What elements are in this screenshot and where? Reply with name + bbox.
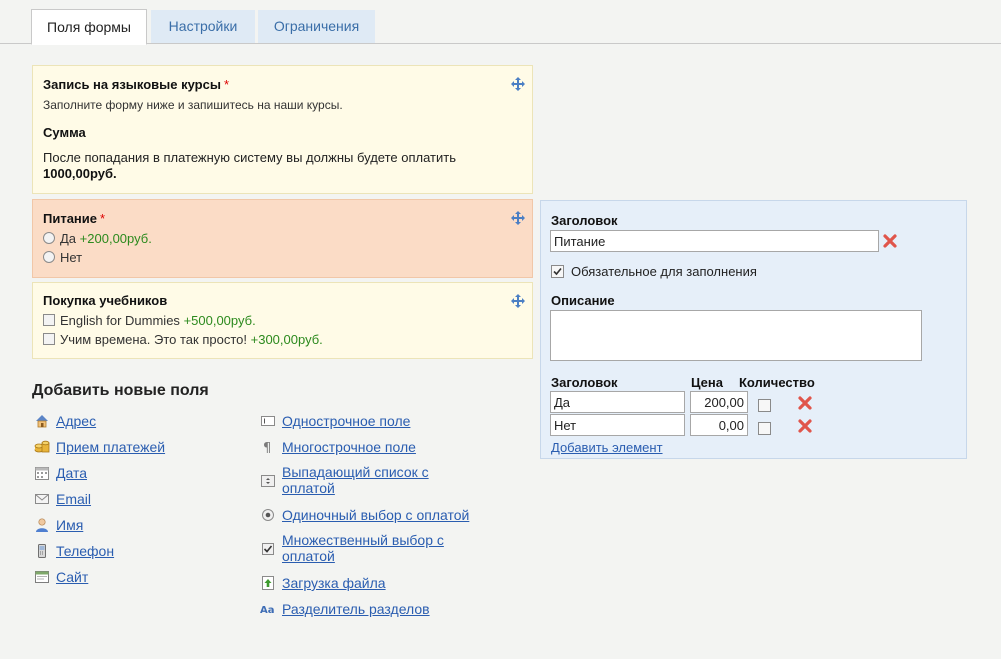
add-dropdown-link[interactable]: Выпадающий список с оплатой bbox=[260, 464, 470, 498]
option-price: +500,00руб. bbox=[183, 313, 256, 328]
item-price-input[interactable] bbox=[690, 414, 748, 436]
add-file-upload-link[interactable]: Загрузка файла bbox=[260, 574, 386, 592]
radio-button[interactable] bbox=[43, 232, 55, 244]
editor-title-input[interactable] bbox=[550, 230, 879, 252]
tab-settings[interactable]: Настройки bbox=[151, 10, 255, 43]
sum-label: Сумма bbox=[43, 125, 86, 140]
option-radio[interactable]: Нет bbox=[43, 249, 82, 267]
item-title-input[interactable] bbox=[550, 414, 685, 436]
move-handle-icon[interactable] bbox=[511, 77, 525, 91]
browser-icon bbox=[34, 569, 50, 585]
svg-text:Aa: Aa bbox=[260, 605, 275, 616]
delete-icon[interactable] bbox=[797, 395, 813, 411]
add-fields-title: Добавить новые поля bbox=[32, 382, 209, 399]
column-title-header: Заголовок bbox=[551, 375, 618, 390]
add-single-choice-link[interactable]: Одиночный выбор с оплатой bbox=[260, 506, 469, 524]
editor-description-label: Описание bbox=[551, 293, 615, 308]
option-radio[interactable]: Да +200,00руб. bbox=[43, 230, 152, 248]
add-multi-choice-link[interactable]: Множественный выбор с оплатой bbox=[260, 532, 470, 566]
checkbox[interactable] bbox=[43, 314, 55, 326]
move-handle-icon[interactable] bbox=[511, 294, 525, 308]
move-handle-icon[interactable] bbox=[511, 211, 525, 225]
item-quantity-checkbox[interactable] bbox=[758, 422, 771, 435]
add-name-link[interactable]: Имя bbox=[34, 516, 83, 534]
add-phone-link[interactable]: Телефон bbox=[34, 542, 114, 560]
section-divider-icon: Aa bbox=[260, 601, 276, 617]
item-title-input[interactable] bbox=[550, 391, 685, 413]
add-multi-line-link[interactable]: ¶ Многострочное поле bbox=[260, 438, 416, 456]
field-title: Покупка учебников bbox=[43, 293, 168, 308]
tab-form-fields[interactable]: Поля формы bbox=[31, 9, 147, 45]
field-block-food[interactable]: Питание * Да +200,00руб. Нет bbox=[32, 199, 533, 278]
field-title: Питание * bbox=[43, 211, 106, 226]
dropdown-icon bbox=[260, 473, 276, 489]
coins-icon bbox=[34, 439, 50, 455]
payment-text: После попадания в платежную систему вы д… bbox=[43, 150, 456, 165]
field-block-textbooks[interactable]: Покупка учебников English for Dummies +5… bbox=[32, 282, 533, 359]
radio-icon bbox=[260, 507, 276, 523]
form-description: Заполните форму ниже и запишитесь на наш… bbox=[43, 98, 343, 112]
column-price-header: Цена bbox=[691, 375, 723, 390]
tab-bar: Поля формы Настройки Ограничения bbox=[0, 0, 1001, 45]
add-payments-link[interactable]: Прием платежей bbox=[34, 438, 165, 456]
checkbox-icon bbox=[260, 541, 276, 557]
item-price-input[interactable] bbox=[690, 391, 748, 413]
text-field-icon bbox=[260, 413, 276, 429]
item-quantity-checkbox[interactable] bbox=[758, 399, 771, 412]
svg-text:¶: ¶ bbox=[263, 441, 271, 455]
add-address-link[interactable]: Адрес bbox=[34, 412, 96, 430]
editor-description-textarea[interactable] bbox=[550, 310, 922, 361]
add-item-link[interactable]: Добавить элемент bbox=[551, 440, 663, 455]
add-website-link[interactable]: Сайт bbox=[34, 568, 88, 586]
field-editor-panel: Заголовок Обязательное для заполнения Оп… bbox=[540, 200, 967, 459]
calendar-icon bbox=[34, 465, 50, 481]
required-checkbox[interactable] bbox=[551, 265, 564, 278]
envelope-icon bbox=[34, 491, 50, 507]
required-label: Обязательное для заполнения bbox=[571, 264, 757, 279]
option-checkbox[interactable]: English for Dummies +500,00руб. bbox=[43, 312, 256, 330]
add-date-link[interactable]: Дата bbox=[34, 464, 87, 482]
option-price: +200,00руб. bbox=[79, 231, 152, 246]
checkbox[interactable] bbox=[43, 333, 55, 345]
editor-title-label: Заголовок bbox=[551, 213, 618, 228]
user-icon bbox=[34, 517, 50, 533]
add-email-link[interactable]: Email bbox=[34, 490, 91, 508]
add-section-divider-link[interactable]: Aa Разделитель разделов bbox=[260, 600, 430, 618]
house-icon bbox=[34, 413, 50, 429]
delete-icon[interactable] bbox=[882, 233, 898, 249]
radio-button[interactable] bbox=[43, 251, 55, 263]
phone-icon bbox=[34, 543, 50, 559]
column-quantity-header: Количество bbox=[739, 375, 815, 390]
tab-restrictions[interactable]: Ограничения bbox=[258, 10, 375, 43]
delete-icon[interactable] bbox=[797, 418, 813, 434]
add-single-line-link[interactable]: Однострочное поле bbox=[260, 412, 410, 430]
upload-icon bbox=[260, 575, 276, 591]
option-price: +300,00руб. bbox=[250, 332, 323, 347]
form-header-block[interactable]: Запись на языковые курсы * Заполните форм… bbox=[32, 65, 533, 194]
paragraph-icon: ¶ bbox=[260, 439, 276, 455]
required-mark: * bbox=[223, 77, 230, 92]
option-checkbox[interactable]: Учим времена. Это так просто! +300,00руб… bbox=[43, 331, 323, 349]
form-title: Запись на языковые курсы * bbox=[43, 77, 230, 92]
payment-amount: 1000,00руб. bbox=[43, 166, 117, 181]
required-mark: * bbox=[100, 211, 106, 226]
